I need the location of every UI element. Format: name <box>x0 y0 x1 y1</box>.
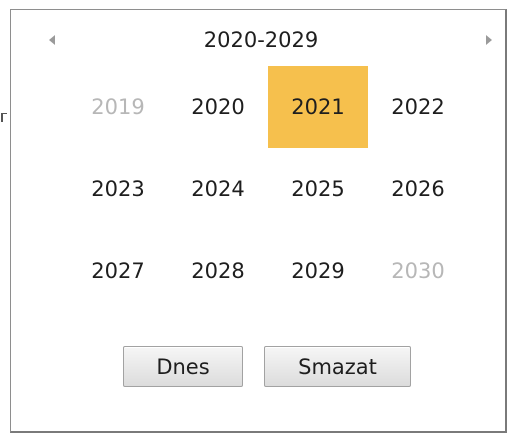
triangle-right-icon <box>486 35 492 45</box>
year-grid: 2019 2020 2021 2022 2023 2024 2025 2026 … <box>68 66 468 312</box>
year-cell-2030[interactable]: 2030 <box>368 230 468 312</box>
year-cell-2023[interactable]: 2023 <box>68 148 168 230</box>
year-cell-2021-selected[interactable]: 2021 <box>268 66 368 148</box>
calendar-footer: Dnes Smazat <box>11 346 505 390</box>
year-cell-2019[interactable]: 2019 <box>68 66 168 148</box>
screen: 2020-2029 2019 2020 2021 2022 2023 2024 … <box>0 0 513 436</box>
year-cell-2020[interactable]: 2020 <box>168 66 268 148</box>
triangle-left-icon <box>49 35 55 45</box>
year-cell-2029[interactable]: 2029 <box>268 230 368 312</box>
today-button[interactable]: Dnes <box>123 346 243 387</box>
clear-button[interactable]: Smazat <box>264 346 411 387</box>
year-cell-2024[interactable]: 2024 <box>168 148 268 230</box>
background-window-fragment <box>1 113 7 122</box>
year-cell-2027[interactable]: 2027 <box>68 230 168 312</box>
background-window-edge <box>0 0 10 436</box>
previous-decade-button[interactable] <box>37 30 67 50</box>
year-row: 2027 2028 2029 2030 <box>68 230 468 312</box>
year-cell-2026[interactable]: 2026 <box>368 148 468 230</box>
year-row: 2023 2024 2025 2026 <box>68 148 468 230</box>
year-cell-2028[interactable]: 2028 <box>168 230 268 312</box>
decade-title[interactable]: 2020-2029 <box>171 20 351 60</box>
year-picker-popup: 2020-2029 2019 2020 2021 2022 2023 2024 … <box>10 9 507 433</box>
next-decade-button[interactable] <box>474 30 504 50</box>
calendar-header: 2020-2029 <box>11 20 505 60</box>
year-cell-2025[interactable]: 2025 <box>268 148 368 230</box>
year-cell-2022[interactable]: 2022 <box>368 66 468 148</box>
year-row: 2019 2020 2021 2022 <box>68 66 468 148</box>
